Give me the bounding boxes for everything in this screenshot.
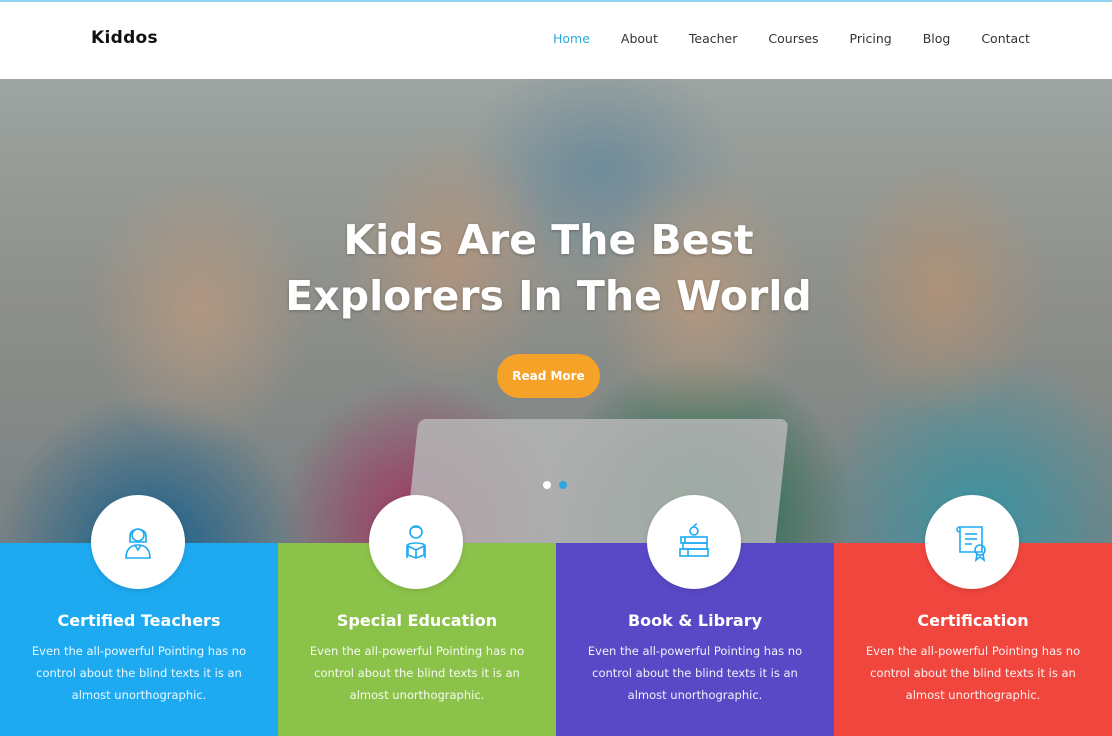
feature-text: Even the all-powerful Pointing has no co… bbox=[865, 644, 1081, 702]
nav-courses[interactable]: Courses bbox=[768, 31, 818, 46]
slider-dot-2[interactable] bbox=[559, 481, 567, 489]
feature-book-library: Book & Library Even the all-powerful Poi… bbox=[556, 495, 834, 736]
feature-text: Even the all-powerful Pointing has no co… bbox=[31, 644, 247, 702]
feature-icon-circle bbox=[647, 495, 741, 589]
nav-teacher[interactable]: Teacher bbox=[689, 31, 738, 46]
main-menu: Home About Teacher Courses Pricing Blog … bbox=[553, 31, 1061, 46]
hero-slider: Kids Are The Best Explorers In The World… bbox=[0, 79, 1112, 549]
hero-title-line2: Explorers In The World bbox=[285, 272, 812, 320]
features-row: Certified Teachers Even the all-powerful… bbox=[0, 495, 1112, 736]
feature-special-education: Special Education Even the all-powerful … bbox=[278, 495, 556, 736]
nav-pricing[interactable]: Pricing bbox=[850, 31, 892, 46]
nav-contact[interactable]: Contact bbox=[981, 31, 1030, 46]
feature-icon-circle bbox=[369, 495, 463, 589]
nav-home[interactable]: Home bbox=[553, 31, 590, 46]
feature-text: Even the all-powerful Pointing has no co… bbox=[587, 644, 803, 702]
feature-title: Certified Teachers bbox=[57, 611, 221, 630]
certificate-icon bbox=[956, 526, 986, 562]
feature-certified-teachers: Certified Teachers Even the all-powerful… bbox=[0, 495, 278, 736]
feature-title: Book & Library bbox=[627, 611, 763, 630]
feature-icon-circle bbox=[925, 495, 1019, 589]
teacher-icon bbox=[125, 528, 151, 559]
feature-text: Even the all-powerful Pointing has no co… bbox=[309, 644, 525, 702]
hero-title: Kids Are The Best Explorers In The World bbox=[0, 212, 1097, 324]
feature-certification: Certification Even the all-powerful Poin… bbox=[834, 495, 1112, 736]
feature-title: Certification bbox=[917, 611, 1029, 630]
slider-dots bbox=[543, 481, 575, 489]
nav-blog[interactable]: Blog bbox=[923, 31, 951, 46]
nav-about[interactable]: About bbox=[621, 31, 658, 46]
reading-child-icon bbox=[406, 525, 426, 559]
site-logo[interactable]: Kiddos bbox=[91, 28, 158, 48]
navbar: Kiddos Home About Teacher Courses Pricin… bbox=[0, 2, 1112, 79]
read-more-button[interactable]: Read More bbox=[497, 354, 600, 398]
books-icon bbox=[679, 523, 709, 557]
feature-title: Special Education bbox=[336, 611, 498, 630]
slider-dot-1[interactable] bbox=[543, 481, 551, 489]
hero-title-line1: Kids Are The Best bbox=[343, 216, 754, 264]
feature-icon-circle bbox=[91, 495, 185, 589]
